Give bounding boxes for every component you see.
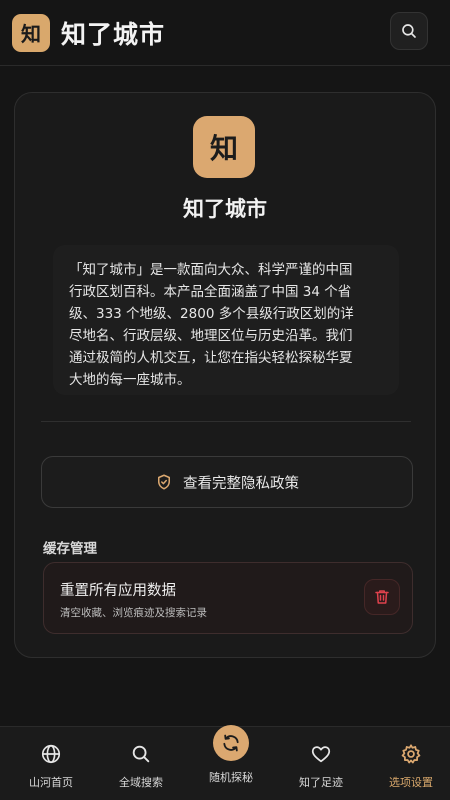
refresh-icon xyxy=(223,734,239,752)
reset-data-subtitle: 清空收藏、浏览痕迹及搜索记录 xyxy=(60,607,207,619)
reset-data-row[interactable]: 重置所有应用数据 清空收藏、浏览痕迹及搜索记录 xyxy=(43,562,413,634)
about-card: 知 知了城市 「知了城市」是一款面向大众、科学严谨的中国 行政区划百科。本产品全… xyxy=(14,92,436,658)
description-line: 行政区划百科。本产品全面涵盖了中国 34 个省 xyxy=(69,284,352,300)
nav-item-search[interactable]: 全域搜索 xyxy=(96,727,186,800)
nav-label: 全域搜索 xyxy=(119,776,163,789)
search-button[interactable] xyxy=(390,12,428,50)
divider xyxy=(41,421,411,422)
heart-icon xyxy=(311,746,331,763)
top-bar: 知 知了城市 xyxy=(0,0,450,66)
nav-item-home[interactable]: 山河首页 xyxy=(6,727,96,800)
description-line: 级、333 个地级、2800 多个县级行政区划的详 xyxy=(69,306,354,322)
privacy-policy-label: 查看完整隐私政策 xyxy=(183,475,299,492)
random-explore-button[interactable] xyxy=(213,725,249,761)
nav-item-favorites[interactable]: 知了足迹 xyxy=(276,727,366,800)
cache-section-label: 缓存管理 xyxy=(43,541,97,557)
reset-data-title: 重置所有应用数据 xyxy=(60,583,176,599)
about-title: 知了城市 xyxy=(183,197,267,221)
app-description: 「知了城市」是一款面向大众、科学严谨的中国 行政区划百科。本产品全面涵盖了中国 … xyxy=(53,245,399,395)
search-icon xyxy=(402,24,416,38)
globe-icon xyxy=(41,744,61,764)
app-logo: 知 xyxy=(12,13,50,52)
app-root: 知 知了城市 知 知了城市 「知了城市」是一款面向大众、科学严谨的中国 行政区划… xyxy=(0,0,450,800)
delete-button[interactable] xyxy=(364,579,400,615)
shield-check-icon xyxy=(158,474,170,490)
description-line: 尽地名、行政层级、地理区位与历史沿革。我们 xyxy=(69,328,353,344)
app-title: 知了城市 xyxy=(61,19,166,49)
nav-label: 随机探秘 xyxy=(209,771,253,784)
nav-item-settings[interactable]: 选项设置 xyxy=(366,727,450,800)
nav-item-random[interactable]: 随机探秘 xyxy=(186,725,276,800)
about-logo: 知 xyxy=(193,116,255,178)
bottom-nav: 山河首页 全域搜索 随机探秘 知了足迹 选项设置 xyxy=(0,725,450,800)
nav-label: 选项设置 xyxy=(389,776,433,789)
nav-label: 知了足迹 xyxy=(299,776,343,789)
description-line: 大地的每一座城市。 xyxy=(69,372,191,388)
privacy-policy-button[interactable]: 查看完整隐私政策 xyxy=(41,456,413,508)
description-line: 「知了城市」是一款面向大众、科学严谨的中国 xyxy=(69,262,353,278)
description-line: 通过极简的人机交互，让您在指尖轻松探秘华夏 xyxy=(69,350,353,366)
search-icon xyxy=(132,745,150,763)
trash-icon xyxy=(375,590,389,604)
gear-icon xyxy=(401,744,421,764)
nav-label: 山河首页 xyxy=(29,776,73,789)
